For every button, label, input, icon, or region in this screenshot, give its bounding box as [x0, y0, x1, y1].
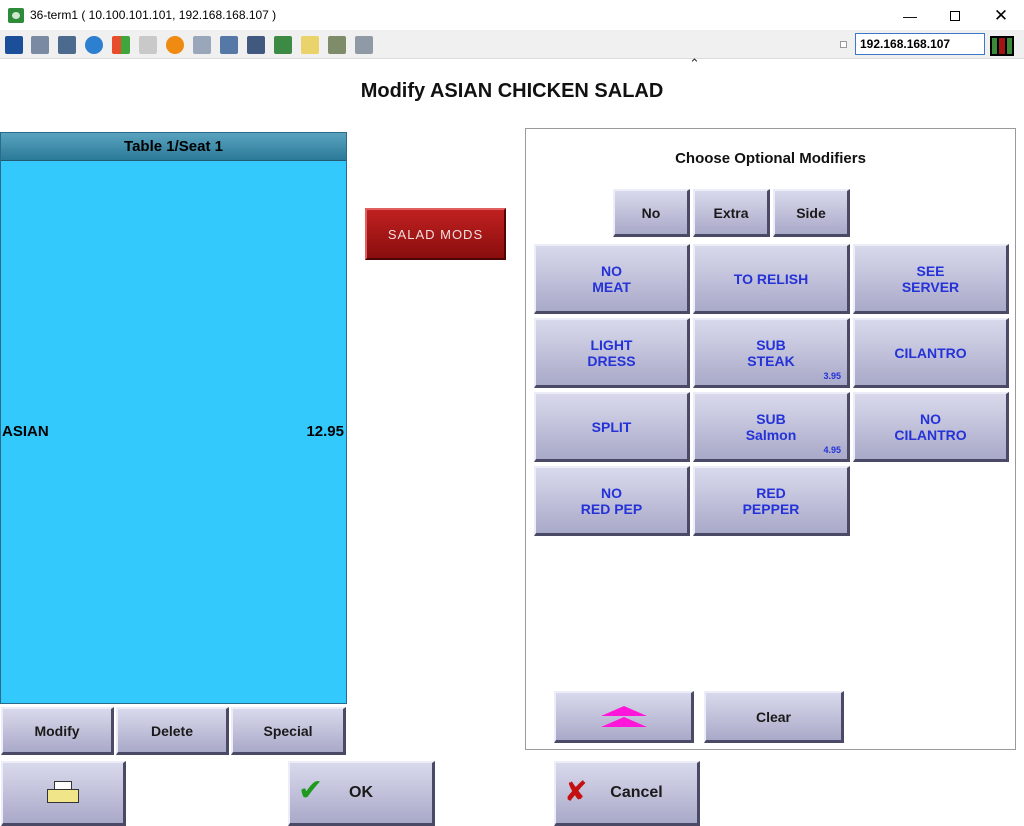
- modifier-sub-salmon-button[interactable]: SUB Salmon 4.95: [693, 392, 850, 462]
- keyboard-icon[interactable]: [139, 36, 157, 54]
- fullscreen-icon[interactable]: [220, 36, 238, 54]
- cancel-label: Cancel: [610, 784, 663, 801]
- salad-mods-category-button[interactable]: SALAD MODS: [365, 208, 506, 260]
- prefix-no-button[interactable]: No: [613, 189, 690, 237]
- modifier-no-cilantro-button[interactable]: NO CILANTRO: [853, 392, 1009, 462]
- modifier-panel-title: Choose Optional Modifiers: [675, 150, 866, 167]
- order-header: Table 1/Seat 1: [1, 133, 346, 161]
- delete-button[interactable]: Delete: [116, 707, 229, 755]
- modify-button[interactable]: Modify: [1, 707, 114, 755]
- order-panel: Table 1/Seat 1 ASIAN 12.95: [0, 132, 347, 704]
- modifier-label: NO MEAT: [592, 262, 631, 295]
- windows-flag-icon[interactable]: [112, 36, 130, 54]
- modifier-to-relish-button[interactable]: TO RELISH: [693, 244, 850, 314]
- app-icon: [8, 8, 24, 23]
- modifier-red-pepper-button[interactable]: RED PEPPER: [693, 466, 850, 536]
- ok-button[interactable]: ✔ OK: [288, 761, 435, 826]
- refresh-icon[interactable]: [85, 36, 103, 54]
- window-titlebar: 36-term1 ( 10.100.101.101, 192.168.168.1…: [0, 0, 1024, 31]
- cancel-x-icon: ✘: [564, 776, 588, 807]
- modifier-sub-steak-button[interactable]: SUB STEAK 3.95: [693, 318, 850, 388]
- modifier-price: 4.95: [823, 445, 841, 455]
- page-title: Modify ASIAN CHICKEN SALAD: [360, 80, 664, 102]
- monitor-icon[interactable]: [5, 36, 23, 54]
- download-icon[interactable]: [274, 36, 292, 54]
- modifier-split-button[interactable]: SPLIT: [534, 392, 690, 462]
- close-icon: ✕: [993, 5, 1009, 25]
- modifier-label: SUB STEAK: [747, 336, 795, 369]
- order-item-name: ASIAN: [2, 423, 49, 440]
- chat-icon[interactable]: [355, 36, 373, 54]
- prefix-side-button[interactable]: Side: [773, 189, 850, 237]
- checkmark-icon: ✔: [298, 774, 324, 807]
- ip-address-input[interactable]: [855, 33, 985, 55]
- maximize-icon: [950, 10, 960, 21]
- minimize-icon: —: [903, 7, 917, 24]
- tools-icon[interactable]: [58, 36, 76, 54]
- ok-label: OK: [349, 784, 373, 801]
- modifier-no-red-pep-button[interactable]: NO RED PEP: [534, 466, 690, 536]
- connection-status-icon: [990, 36, 1014, 56]
- modifier-cilantro-button[interactable]: CILANTRO: [853, 318, 1009, 388]
- modifier-label: NO CILANTRO: [894, 410, 967, 443]
- display-icon[interactable]: [247, 36, 265, 54]
- modifier-no-meat-button[interactable]: NO MEAT: [534, 244, 690, 314]
- collapse-toolbar-icon[interactable]: ⌃: [689, 56, 700, 72]
- prefix-extra-button[interactable]: Extra: [693, 189, 770, 237]
- clear-button[interactable]: Clear: [704, 691, 844, 743]
- modifier-price: 3.95: [823, 371, 841, 381]
- modifier-label: LIGHT DRESS: [587, 336, 636, 369]
- note-icon[interactable]: [301, 36, 319, 54]
- cancel-button[interactable]: ✘ Cancel: [554, 761, 700, 826]
- modifier-light-dress-button[interactable]: LIGHT DRESS: [534, 318, 690, 388]
- double-chevron-up-icon: [600, 706, 647, 727]
- scroll-up-button[interactable]: [554, 691, 694, 743]
- network-icon[interactable]: [193, 36, 211, 54]
- windows-icon[interactable]: [31, 36, 49, 54]
- maximize-button[interactable]: [932, 0, 978, 31]
- special-button[interactable]: Special: [231, 707, 346, 755]
- modifier-label: SPLIT: [591, 418, 632, 435]
- window-title: 36-term1 ( 10.100.101.101, 192.168.168.1…: [30, 8, 277, 22]
- map-icon[interactable]: [328, 36, 346, 54]
- modifier-label: NO RED PEP: [580, 484, 643, 517]
- printer-icon: [47, 781, 79, 805]
- order-item-price: 12.95: [306, 423, 344, 440]
- close-button[interactable]: ✕: [978, 0, 1024, 31]
- modifier-label: TO RELISH: [733, 270, 809, 287]
- ip-selector-icon[interactable]: [840, 41, 847, 48]
- minimize-button[interactable]: —: [887, 0, 933, 31]
- modifier-label: RED PEPPER: [742, 484, 800, 517]
- modifier-label: SUB Salmon: [745, 410, 797, 443]
- modifier-see-server-button[interactable]: SEE SERVER: [853, 244, 1009, 314]
- order-line-item[interactable]: ASIAN 12.95: [2, 423, 344, 440]
- alert-icon[interactable]: [166, 36, 184, 54]
- modifier-label: CILANTRO: [894, 344, 967, 361]
- print-button[interactable]: [1, 761, 126, 826]
- modifier-label: SEE SERVER: [901, 262, 960, 295]
